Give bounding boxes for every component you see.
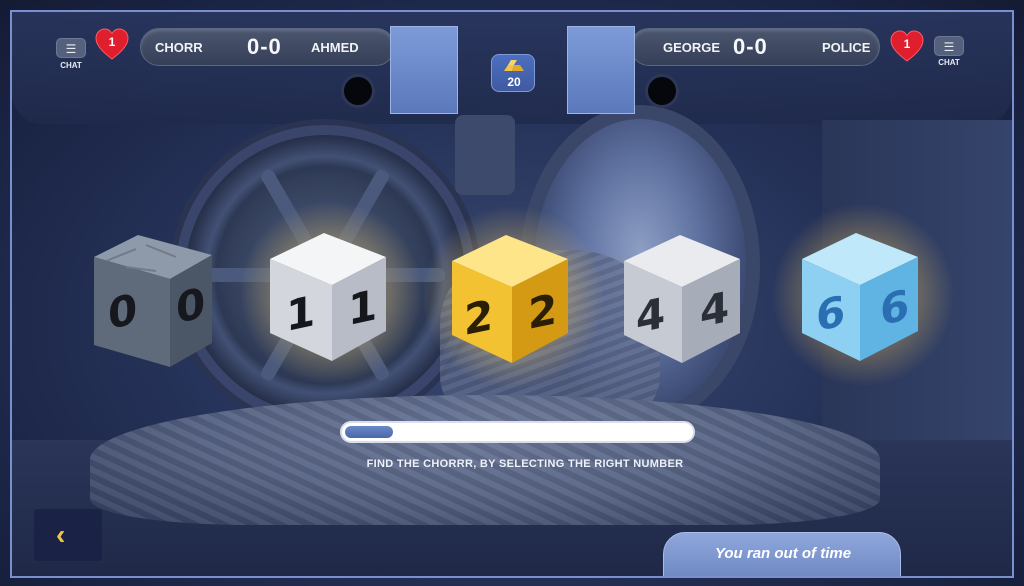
- avatar-slot-right: [567, 26, 635, 114]
- cube-number: 6: [816, 285, 846, 342]
- score-right: 0-0: [733, 34, 768, 59]
- game-scene: ☰ CHAT 1 CHORR 0-0 AHMED GEORGE 0-0 POLI…: [0, 0, 1024, 586]
- timeout-banner: You ran out of time: [663, 532, 901, 578]
- timeout-message: You ran out of time: [714, 545, 852, 562]
- lives-count-left: 1: [108, 35, 116, 49]
- avatar-slot-left: [390, 26, 458, 114]
- chevron-left-icon: ‹: [56, 519, 66, 550]
- gold-bars-icon: [504, 60, 524, 71]
- score-left: 0-0: [247, 34, 282, 59]
- cube-number: 2: [464, 289, 494, 346]
- number-cube-0[interactable]: 0 0: [86, 227, 216, 367]
- player-name-ahmed: AHMED: [311, 40, 359, 55]
- player-name-george: GEORGE: [663, 40, 721, 55]
- number-cube-1[interactable]: 1 1: [241, 198, 421, 388]
- cube-number: 4: [700, 281, 730, 338]
- player-name-chorr: CHORR: [155, 40, 203, 55]
- back-button[interactable]: ‹: [34, 509, 102, 561]
- number-cube-6[interactable]: 6 6: [773, 200, 953, 390]
- vault-hinge: [455, 115, 515, 195]
- gold-counter: 20: [491, 54, 535, 92]
- cube-number: 1: [286, 285, 316, 342]
- cube-number: 4: [636, 287, 666, 344]
- chat-label-right: CHAT: [938, 58, 960, 67]
- player-name-police: POLICE: [822, 40, 871, 55]
- scorebar-left: CHORR 0-0 AHMED: [140, 28, 395, 66]
- number-cube-4[interactable]: 4 4: [620, 227, 750, 367]
- chat-button-right[interactable]: ☰: [934, 36, 964, 56]
- menu-icon: ☰: [943, 40, 955, 54]
- hole-left: [341, 74, 375, 108]
- chat-label-left: CHAT: [60, 61, 82, 70]
- cube-number: 0: [176, 277, 206, 334]
- scorebar-right: GEORGE 0-0 POLICE: [630, 28, 880, 66]
- lives-count-right: 1: [903, 37, 911, 51]
- cube-number: 6: [880, 279, 910, 336]
- instruction-text: FIND THE CHORRR, BY SELECTING THE RIGHT …: [366, 458, 684, 470]
- cube-number: 0: [108, 283, 138, 340]
- cube-number: 2: [528, 283, 558, 340]
- timer-progress-bar: [340, 421, 695, 443]
- lives-heart-right: 1: [890, 30, 924, 64]
- timer-progress-fill: [345, 426, 393, 438]
- menu-icon: ☰: [65, 42, 77, 56]
- cube-number: 1: [348, 279, 378, 336]
- number-cube-2[interactable]: 2 2: [423, 202, 603, 392]
- hole-right: [645, 74, 679, 108]
- chat-button-left[interactable]: ☰: [56, 38, 86, 58]
- gold-count: 20: [507, 75, 521, 89]
- lives-heart-left: 1: [95, 28, 129, 62]
